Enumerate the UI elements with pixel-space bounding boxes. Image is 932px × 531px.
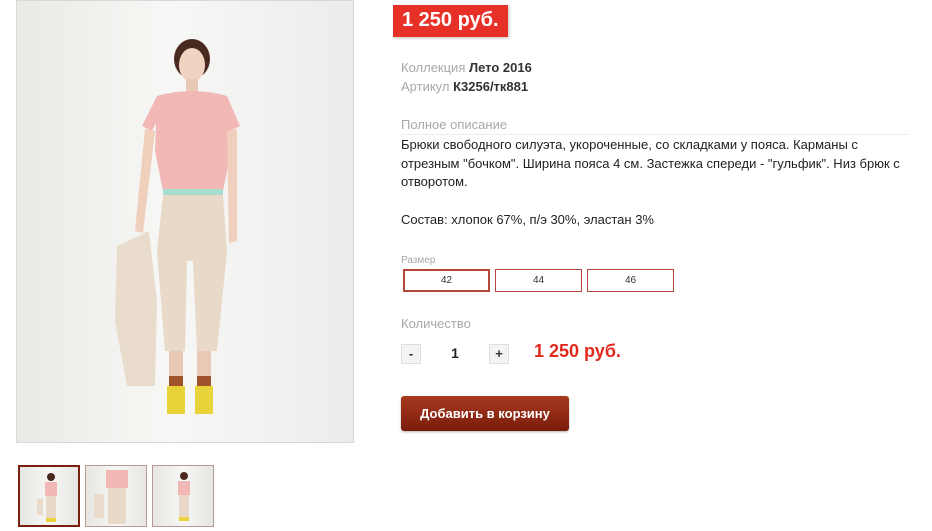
quantity-plus-button[interactable]: + <box>489 344 509 364</box>
total-price: 1 250 руб. <box>534 341 621 361</box>
thumbnail-image <box>94 470 128 524</box>
description-title: Полное описание <box>401 117 909 135</box>
collection-value: Лето 2016 <box>468 60 532 75</box>
article-row: Артикул К3256/тк881 <box>401 78 528 96</box>
price-badge: 1 250 руб. <box>393 5 508 37</box>
add-to-cart-button[interactable]: Добавить в корзину <box>401 396 569 431</box>
collection-row: Коллекция Лето 2016 <box>401 59 532 77</box>
thumbnail-model-back[interactable] <box>152 465 214 527</box>
thumbnail-image <box>178 472 190 521</box>
quantity-value[interactable]: 1 <box>440 345 470 361</box>
thumbnail-model-front[interactable] <box>18 465 80 527</box>
size-option-44[interactable]: 44 <box>495 269 582 292</box>
thumbnail-image <box>37 473 57 522</box>
model-illustration <box>115 39 240 414</box>
collection-label: Коллекция <box>401 60 466 75</box>
size-option-46[interactable]: 46 <box>587 269 674 292</box>
thumbnail-model-front-close[interactable] <box>85 465 147 527</box>
size-label: Размер <box>401 255 436 266</box>
quantity-minus-button[interactable]: - <box>401 344 421 364</box>
size-option-42[interactable]: 42 <box>403 269 490 292</box>
article-value: К3256/тк881 <box>453 79 529 94</box>
size-selector: 42 44 46 <box>403 269 674 292</box>
description-text: Брюки свободного силуэта, укороченные, с… <box>401 137 900 189</box>
product-main-image[interactable] <box>16 0 354 443</box>
quantity-label: Количество <box>401 316 471 331</box>
article-label: Артикул <box>401 79 450 94</box>
composition-text: Состав: хлопок 67%, п/э 30%, эластан 3% <box>401 212 654 227</box>
thumbnail-strip <box>18 465 214 527</box>
